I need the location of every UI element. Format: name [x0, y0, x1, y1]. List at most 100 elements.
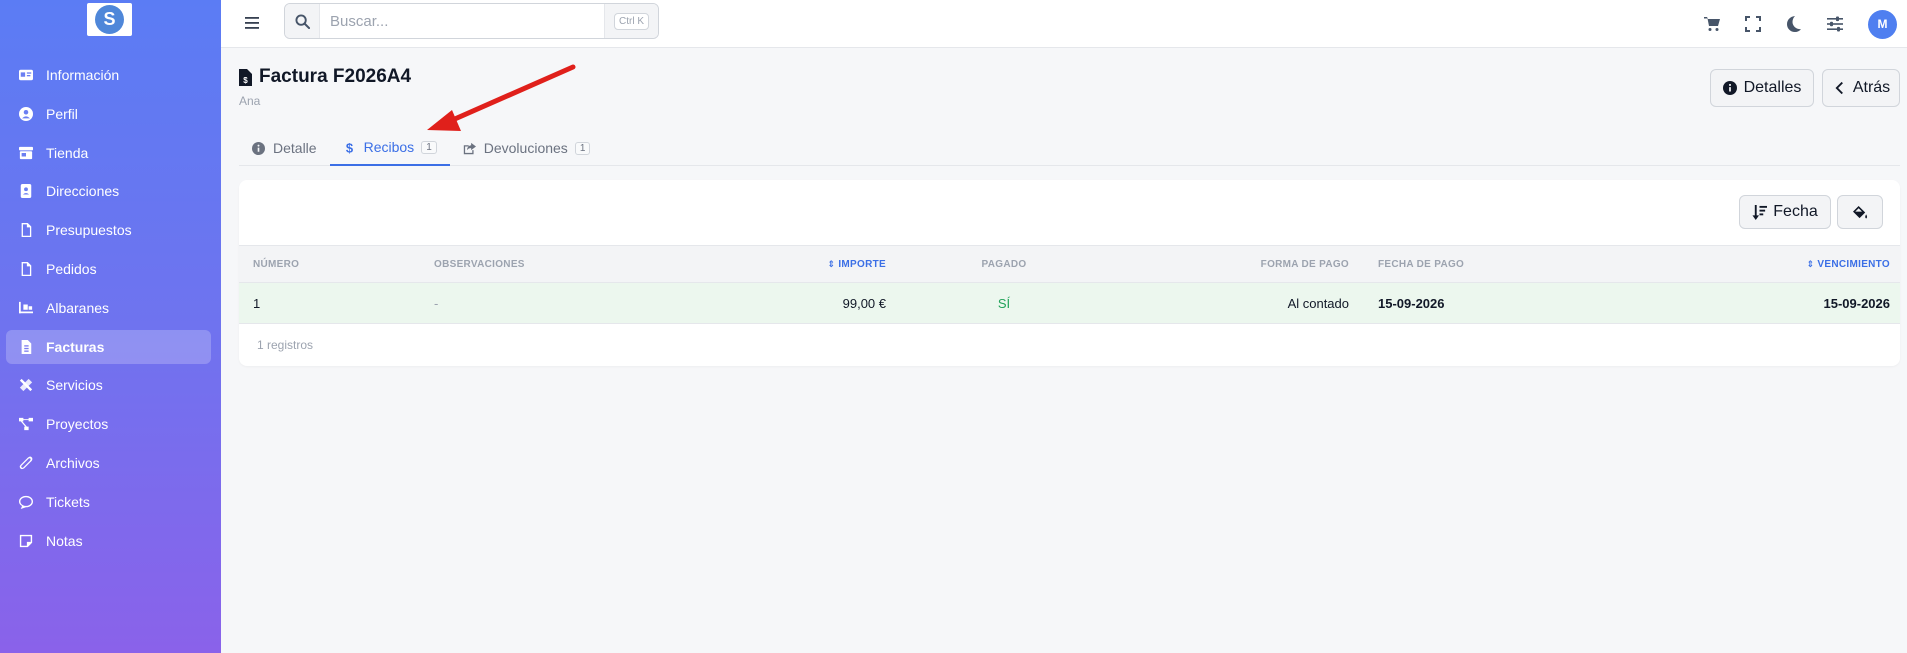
cart-icon[interactable]: [1704, 16, 1720, 32]
receipts-card: Fecha NÚMERO OBSERVACIONES ⇕ IMPORTE PAG…: [239, 180, 1900, 366]
column-header-pagado[interactable]: PAGADO: [974, 246, 1034, 282]
paperclip-icon: [19, 456, 33, 470]
sort-icon: ⇕: [1806, 258, 1815, 269]
sidebar-item-perfil[interactable]: Perfil: [6, 97, 211, 131]
clear-filters-button[interactable]: [1837, 195, 1883, 229]
dollar-icon: $: [345, 141, 353, 154]
share-square-icon: [463, 142, 476, 154]
menu-toggle-icon[interactable]: [241, 12, 263, 34]
column-header-fecha-pago[interactable]: FECHA DE PAGO: [1378, 246, 1464, 282]
sidebar-item-albaranes[interactable]: Albaranes: [6, 291, 211, 325]
page-title: $ Factura F2026A4: [239, 66, 411, 88]
topbar-actions: M: [1704, 8, 1907, 40]
column-header-label: VENCIMIENTO: [1817, 258, 1890, 270]
chevron-left-icon: [1835, 81, 1843, 95]
project-diagram-icon: [19, 417, 33, 431]
sidebar-item-notas[interactable]: Notas: [6, 524, 211, 558]
record-count: 1 registros: [257, 338, 314, 352]
sidebar-item-presupuestos[interactable]: Presupuestos: [6, 213, 211, 247]
sidebar-item-label: Notas: [46, 532, 83, 549]
page-subtitle: Ana: [239, 94, 261, 108]
address-book-icon: [19, 184, 33, 199]
user-circle-icon: [19, 106, 33, 121]
column-header-label: IMPORTE: [838, 258, 886, 270]
shortcut-hint: Ctrl K: [604, 4, 658, 38]
column-header-observaciones[interactable]: OBSERVACIONES: [434, 246, 525, 282]
details-button[interactable]: Detalles: [1710, 69, 1814, 107]
sidebar-item-label: Archivos: [46, 454, 100, 471]
cell-forma-pago: Al contado: [1287, 295, 1349, 311]
cell-observaciones: -: [434, 295, 439, 311]
store-icon: [19, 146, 33, 160]
logo-mark: S: [95, 5, 124, 34]
tab-badge: 1: [421, 140, 437, 154]
back-button[interactable]: Atrás: [1822, 69, 1900, 107]
file-invoice-icon: [19, 339, 33, 354]
page-title-text: Factura F2026A4: [259, 66, 412, 87]
sidebar-item-pedidos[interactable]: Pedidos: [6, 252, 211, 286]
details-button-label: Detalles: [1743, 79, 1802, 96]
sidebar-item-proyectos[interactable]: Proyectos: [6, 407, 211, 441]
column-header-importe[interactable]: ⇕ IMPORTE: [827, 246, 886, 282]
tools-icon: [19, 378, 33, 392]
column-header-numero[interactable]: NÚMERO: [253, 246, 299, 282]
sort-by-date-button[interactable]: Fecha: [1739, 195, 1831, 229]
tab-badge: 1: [574, 141, 591, 155]
sidebar-item-tienda[interactable]: Tienda: [6, 136, 211, 170]
moon-icon[interactable]: [1786, 16, 1802, 32]
sidebar-item-tickets[interactable]: Tickets: [6, 485, 211, 519]
truck-loading-icon: [19, 301, 33, 315]
sidebar-item-label: Direcciones: [46, 183, 120, 200]
tabs: Detalle $ Recibos 1 Devoluciones 1: [239, 130, 1900, 166]
sidebar-item-informacion[interactable]: Información: [6, 58, 211, 92]
svg-text:$: $: [243, 76, 248, 85]
column-header-forma-pago[interactable]: FORMA DE PAGO: [1219, 246, 1349, 282]
sidebar-item-label: Información: [46, 67, 120, 83]
search-box: Ctrl K: [284, 3, 659, 39]
sidebar-item-archivos[interactable]: Archivos: [6, 446, 211, 480]
cell-fecha-pago: 15-09-2026: [1378, 295, 1445, 311]
back-button-label: Atrás: [1852, 79, 1891, 96]
id-card-icon: [19, 68, 33, 82]
tab-devoluciones[interactable]: Devoluciones 1: [450, 130, 604, 166]
sort-icon: ⇕: [827, 258, 836, 269]
sidebar-item-label: Presupuestos: [46, 222, 132, 239]
sidebar-item-label: Tienda: [46, 144, 89, 161]
sidebar-nav: Información Perfil Tienda Direcciones Pr…: [6, 58, 211, 562]
sliders-icon[interactable]: [1827, 16, 1843, 32]
column-header-vencimiento[interactable]: ⇕ VENCIMIENTO: [1779, 246, 1890, 282]
comment-icon: [19, 495, 33, 509]
expand-icon[interactable]: [1745, 16, 1761, 32]
cell-pagado: SÍ: [997, 295, 1011, 311]
tab-label: Devoluciones: [483, 140, 568, 156]
search-input[interactable]: [320, 4, 604, 38]
file-icon: [19, 261, 33, 276]
sidebar-item-label: Facturas: [46, 338, 105, 355]
table-row[interactable]: 1 - 99,00 € SÍ Al contado 15-09-2026 15-…: [239, 283, 1900, 324]
sidebar-item-facturas[interactable]: Facturas: [6, 329, 211, 364]
sticky-note-icon: [19, 534, 33, 548]
paint-bucket-icon: [1852, 205, 1867, 219]
tab-recibos[interactable]: $ Recibos 1: [329, 130, 450, 166]
sort-button-label: Fecha: [1773, 203, 1818, 220]
svg-text:$: $: [345, 141, 353, 154]
avatar[interactable]: M: [1868, 9, 1897, 39]
search-icon[interactable]: [285, 4, 320, 38]
sidebar-item-label: Albaranes: [46, 299, 110, 316]
sort-amount-down-icon: [1752, 204, 1768, 220]
file-invoice-dollar-icon: $: [239, 68, 252, 86]
sidebar-item-label: Pedidos: [46, 260, 97, 277]
tab-label: Recibos: [363, 139, 415, 155]
cell-numero: 1: [253, 295, 261, 311]
tab-detalle[interactable]: Detalle: [239, 130, 330, 166]
sidebar-item-direcciones[interactable]: Direcciones: [6, 174, 211, 208]
shortcut-key: Ctrl K: [614, 12, 649, 30]
app-logo[interactable]: S: [87, 3, 132, 36]
file-icon: [19, 223, 33, 238]
cell-vencimiento: 15-09-2026: [1823, 295, 1891, 311]
table-header: NÚMERO OBSERVACIONES ⇕ IMPORTE PAGADO FO…: [239, 245, 1900, 283]
sidebar-item-servicios[interactable]: Servicios: [6, 368, 211, 402]
tab-label: Detalle: [273, 140, 317, 156]
sidebar-item-label: Proyectos: [46, 416, 109, 433]
topbar: Ctrl K M: [221, 0, 1907, 48]
